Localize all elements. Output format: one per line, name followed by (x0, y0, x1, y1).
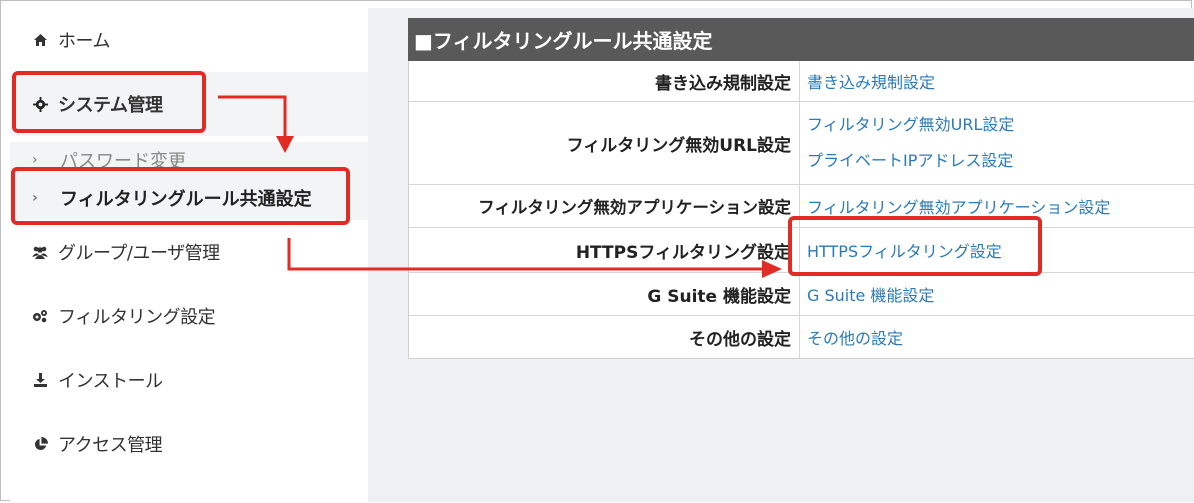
arrow-down-icon (276, 136, 294, 153)
arrow-right-icon (762, 260, 782, 278)
annotation-arrows (218, 95, 782, 278)
